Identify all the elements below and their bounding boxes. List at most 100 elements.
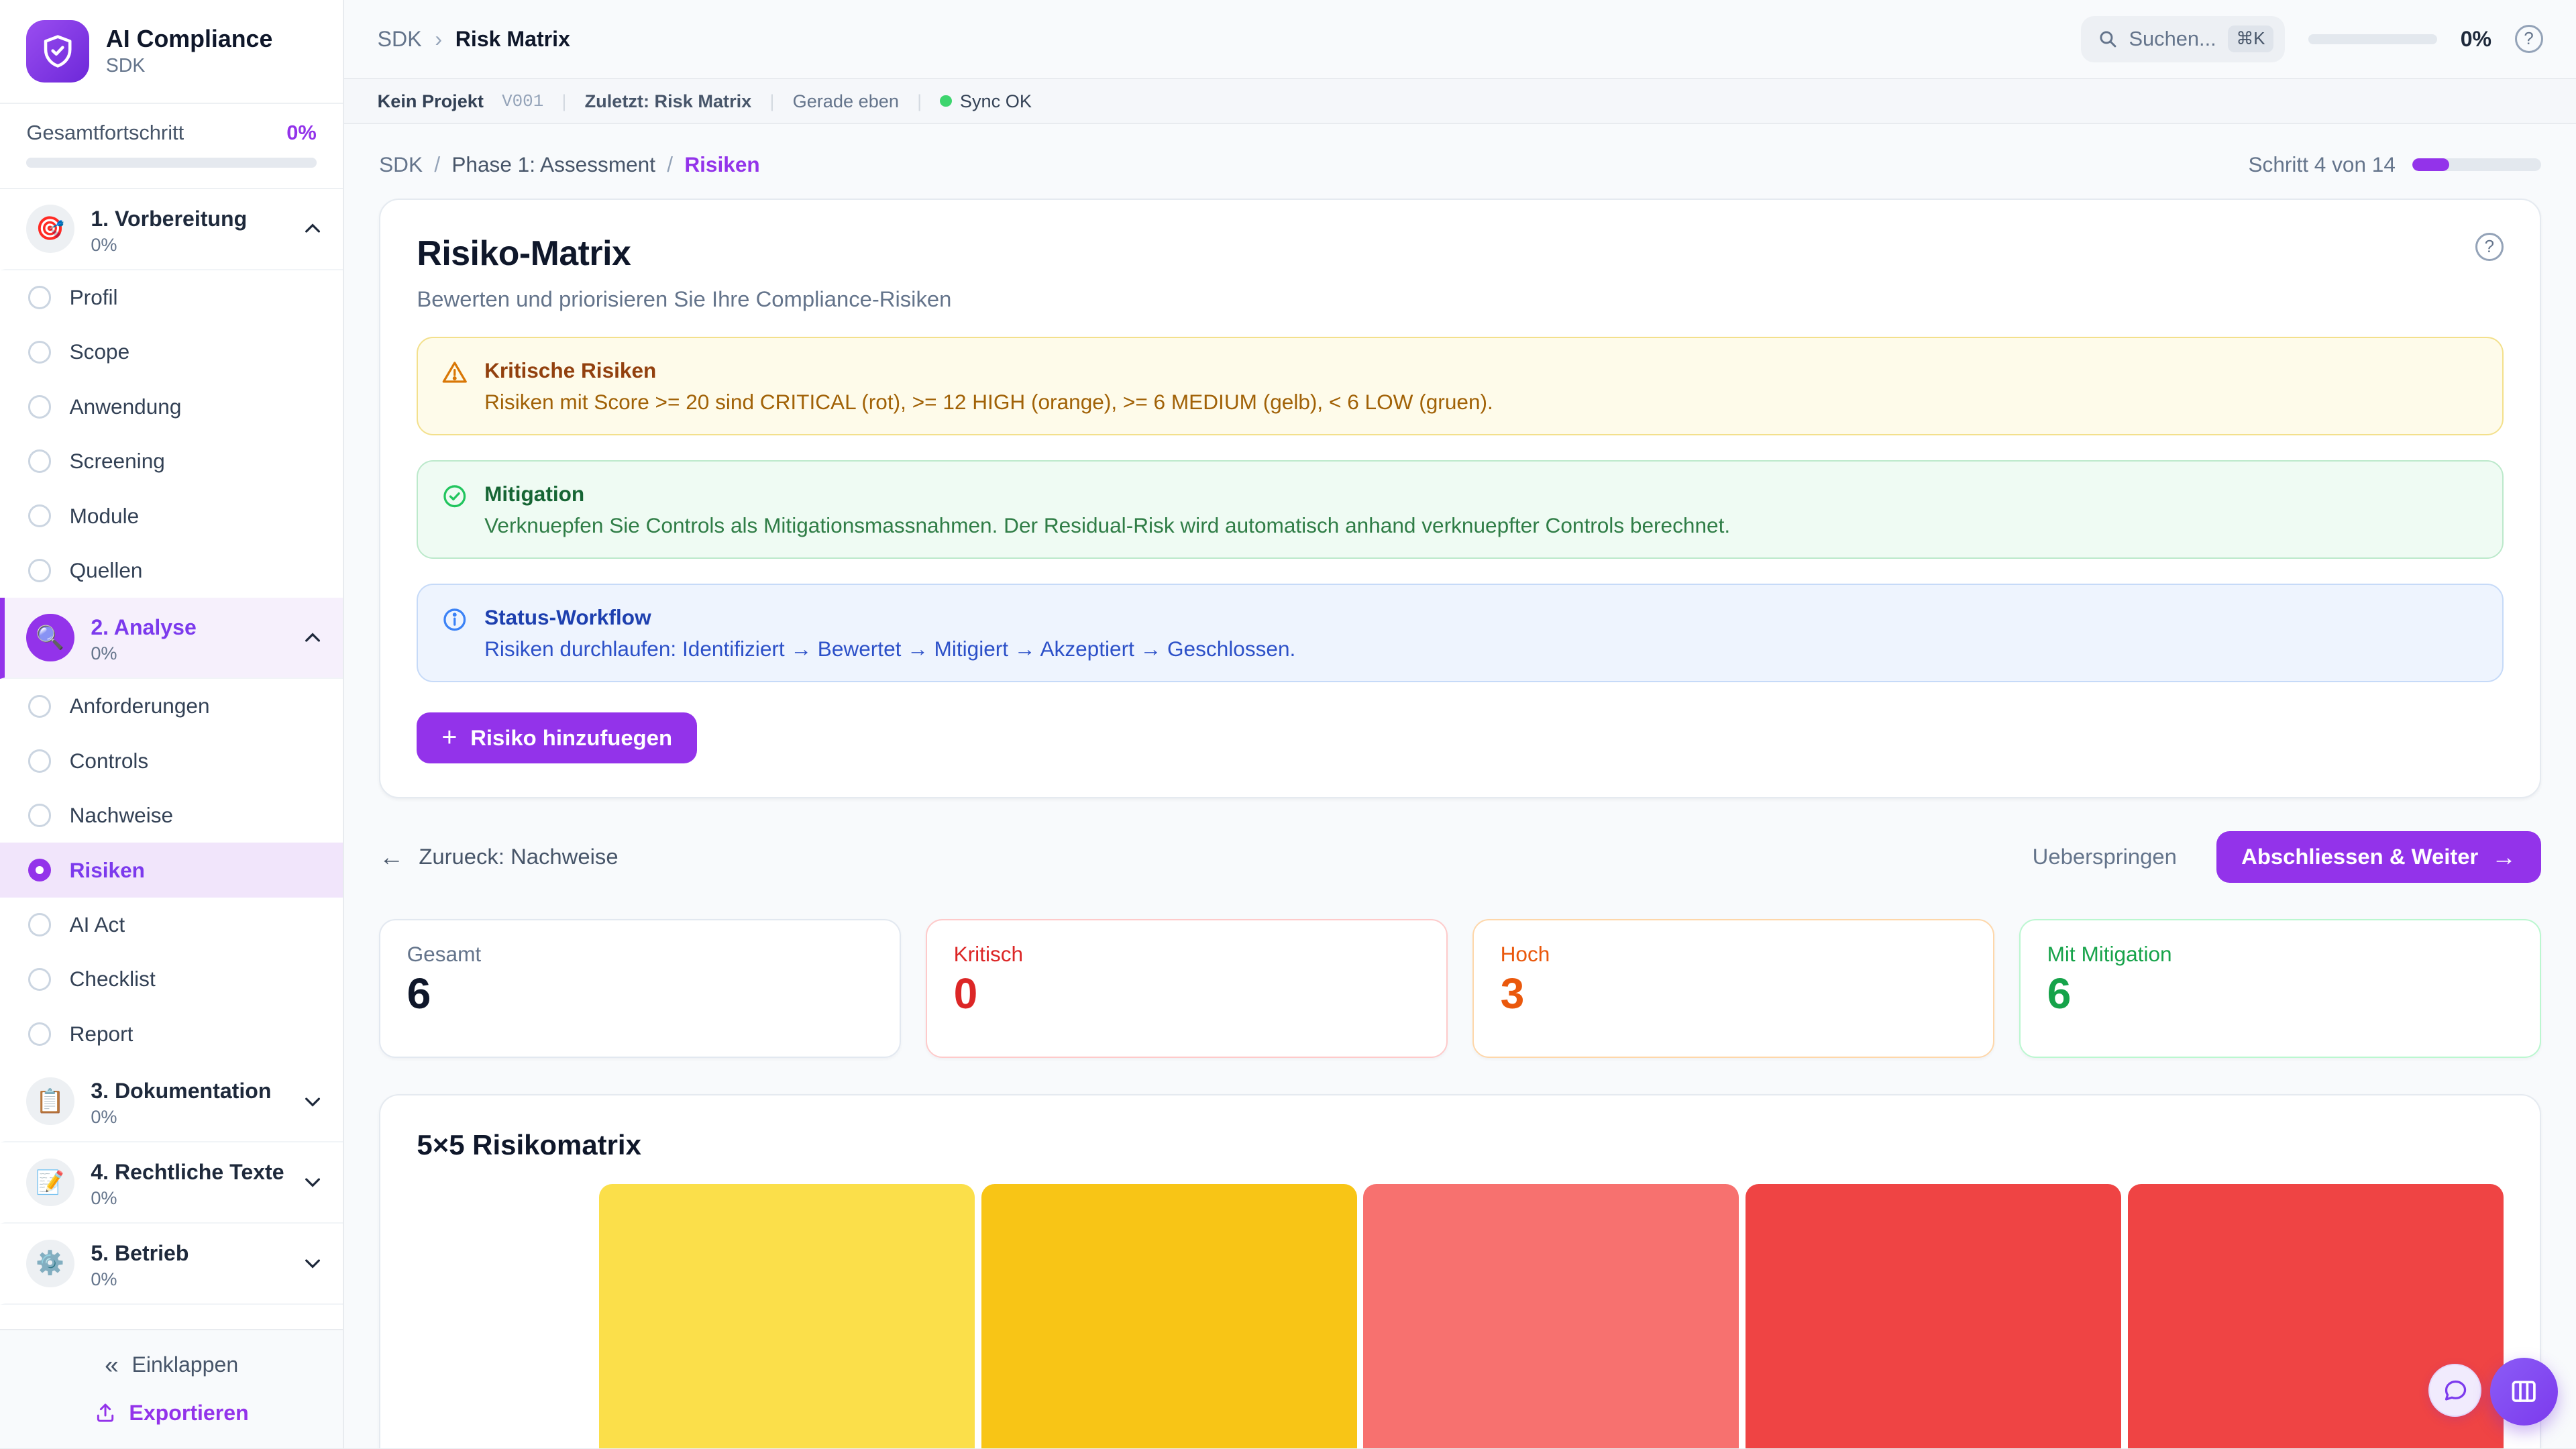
section-betrieb[interactable]: ⚙️ 5. Betrieb 0% (0, 1224, 343, 1305)
chevron-down-icon (302, 1171, 323, 1193)
step-progress: Schritt 4 von 14 (2249, 152, 2542, 177)
section-label: 2. Analyse (91, 615, 197, 639)
overall-progress: Gesamtfortschritt 0% (0, 104, 343, 189)
section-pct: 0% (91, 1187, 285, 1209)
radio-icon (28, 749, 52, 773)
section-dokumentation[interactable]: 📋 3. Dokumentation 0% (0, 1061, 343, 1142)
magnifier-icon: 🔍 (26, 614, 74, 662)
sidebar-item-screening[interactable]: Screening (0, 434, 343, 488)
stat-value: 6 (407, 970, 873, 1018)
sidebar-item-nachweise[interactable]: Nachweise (0, 788, 343, 843)
sidebar-item-report[interactable]: Report (0, 1007, 343, 1061)
export-button[interactable]: Exportieren (95, 1401, 249, 1426)
sidebar-item-checklist[interactable]: Checklist (0, 952, 343, 1006)
chevron-right-icon: › (435, 27, 442, 52)
section-vorbereitung[interactable]: 🎯 1. Vorbereitung 0% (0, 189, 343, 270)
section-analyse[interactable]: 🔍 2. Analyse 0% (0, 598, 343, 679)
search-input[interactable]: Suchen... ⌘K (2081, 16, 2285, 62)
section-label: 3. Dokumentation (91, 1079, 271, 1103)
notice-title: Status-Workflow (484, 605, 1295, 630)
sidebar-item-ai-act[interactable]: AI Act (0, 898, 343, 952)
sidebar-item-quellen[interactable]: Quellen (0, 543, 343, 598)
radio-selected-icon (28, 859, 52, 882)
stat-label: Kritisch (954, 942, 1420, 967)
matrix-cell[interactable] (981, 1184, 1357, 1448)
stat-label: Hoch (1501, 942, 1967, 967)
radio-icon (28, 968, 52, 991)
page-subtitle: Bewerten und priorisieren Sie Ihre Compl… (417, 286, 2503, 312)
sidebar-item-anwendung[interactable]: Anwendung (0, 380, 343, 434)
radio-icon (28, 804, 52, 827)
stat-value: 6 (2047, 970, 2514, 1018)
risk-matrix-card: Risiko-Matrix ? Bewerten und priorisiere… (379, 199, 2541, 798)
collapse-label: Einklappen (131, 1352, 238, 1377)
radio-icon (28, 286, 52, 309)
stat-value: 0 (954, 970, 1420, 1018)
project-name: Kein Projekt (378, 91, 484, 112)
section-pct: 0% (91, 1106, 285, 1128)
sync-ok-dot (940, 95, 951, 107)
back-label: Zurueck: Nachweise (419, 844, 618, 869)
matrix-card: 5×5 Risikomatrix (379, 1094, 2541, 1448)
skip-button[interactable]: Ueberspringen (2033, 844, 2177, 869)
matrix-cell[interactable] (599, 1184, 975, 1448)
help-icon[interactable]: ? (2475, 233, 2504, 261)
add-risk-button[interactable]: + Risiko hinzufuegen (417, 712, 697, 764)
app-canvas: AI Compliance SDK Gesamtfortschritt 0% 🎯… (0, 0, 2576, 1448)
search-placeholder: Suchen... (2129, 27, 2216, 51)
section-pct: 0% (91, 643, 285, 664)
breadcrumb-root[interactable]: SDK (378, 27, 422, 52)
memo-icon: 📝 (26, 1159, 74, 1207)
page-content: SDK / Phase 1: Assessment / Risiken Schr… (344, 124, 2576, 1448)
sidebar-item-controls[interactable]: Controls (0, 734, 343, 788)
sidebar-item-anforderungen[interactable]: Anforderungen (0, 679, 343, 733)
sidebar-footer: « Einklappen Exportieren (0, 1329, 343, 1448)
collapse-sidebar-button[interactable]: « Einklappen (105, 1350, 238, 1379)
stats-row: Gesamt 6 Kritisch 0 Hoch 3 Mit Mitigatio… (379, 919, 2541, 1058)
search-shortcut-badge: ⌘K (2228, 25, 2273, 52)
notice-title: Mitigation (484, 482, 1730, 506)
app-logo-row: AI Compliance SDK (0, 0, 343, 104)
sidebar-item-risiken[interactable]: Risiken (0, 843, 343, 897)
stat-card-hoch: Hoch 3 (1472, 919, 1994, 1058)
main-area: SDK › Risk Matrix Suchen... ⌘K 0% ? Kein… (344, 0, 2576, 1448)
warning-triangle-icon (441, 360, 468, 386)
chevron-up-icon (302, 627, 323, 649)
section-label: 5. Betrieb (91, 1241, 189, 1265)
chevron-up-icon (302, 218, 323, 239)
header-progress-value: 0% (2461, 27, 2491, 52)
section-label: 4. Rechtliche Texte (91, 1160, 284, 1184)
radio-icon (28, 395, 52, 419)
chat-bubble-icon (2442, 1377, 2468, 1403)
risk-matrix-grid (599, 1184, 2504, 1448)
add-risk-label: Risiko hinzufuegen (470, 725, 672, 751)
matrix-cell[interactable] (1746, 1184, 2121, 1448)
breadcrumb-phase[interactable]: Phase 1: Assessment (451, 152, 655, 177)
sidebar-item-module[interactable]: Module (0, 488, 343, 543)
matrix-cell[interactable] (1363, 1184, 1739, 1448)
gear-icon: ⚙️ (26, 1240, 74, 1288)
last-visited: Zuletzt: Risk Matrix (585, 91, 752, 112)
finish-next-button[interactable]: Abschliessen & Weiter → (2216, 831, 2541, 883)
notice-text: Risiken mit Score >= 20 sind CRITICAL (r… (484, 390, 1493, 415)
back-button[interactable]: ← Zurueck: Nachweise (379, 843, 618, 871)
sidebar-item-scope[interactable]: Scope (0, 325, 343, 379)
breadcrumb-sdk[interactable]: SDK (379, 152, 423, 177)
sidebar-item-profil[interactable]: Profil (0, 270, 343, 325)
board-view-button[interactable] (2490, 1358, 2558, 1426)
chevron-down-icon (302, 1252, 323, 1274)
radio-icon (28, 1022, 52, 1046)
notice-text: Risiken durchlaufen: Identifiziert → Bew… (484, 637, 1295, 661)
notice-mitigation: Mitigation Verknuepfen Sie Controls als … (417, 460, 2503, 559)
radio-icon (28, 341, 52, 364)
section-rechtliche-texte[interactable]: 📝 4. Rechtliche Texte 0% (0, 1142, 343, 1224)
section-pct: 0% (91, 234, 285, 256)
clipboard-icon: 📋 (26, 1077, 74, 1126)
overall-progress-value: 0% (286, 121, 317, 145)
help-icon[interactable]: ? (2515, 25, 2543, 53)
radio-icon (28, 449, 52, 473)
step-label: Schritt 4 von 14 (2249, 152, 2396, 177)
check-circle-icon (441, 483, 468, 509)
header-progress-bar (2308, 34, 2437, 44)
stat-label: Mit Mitigation (2047, 942, 2514, 967)
